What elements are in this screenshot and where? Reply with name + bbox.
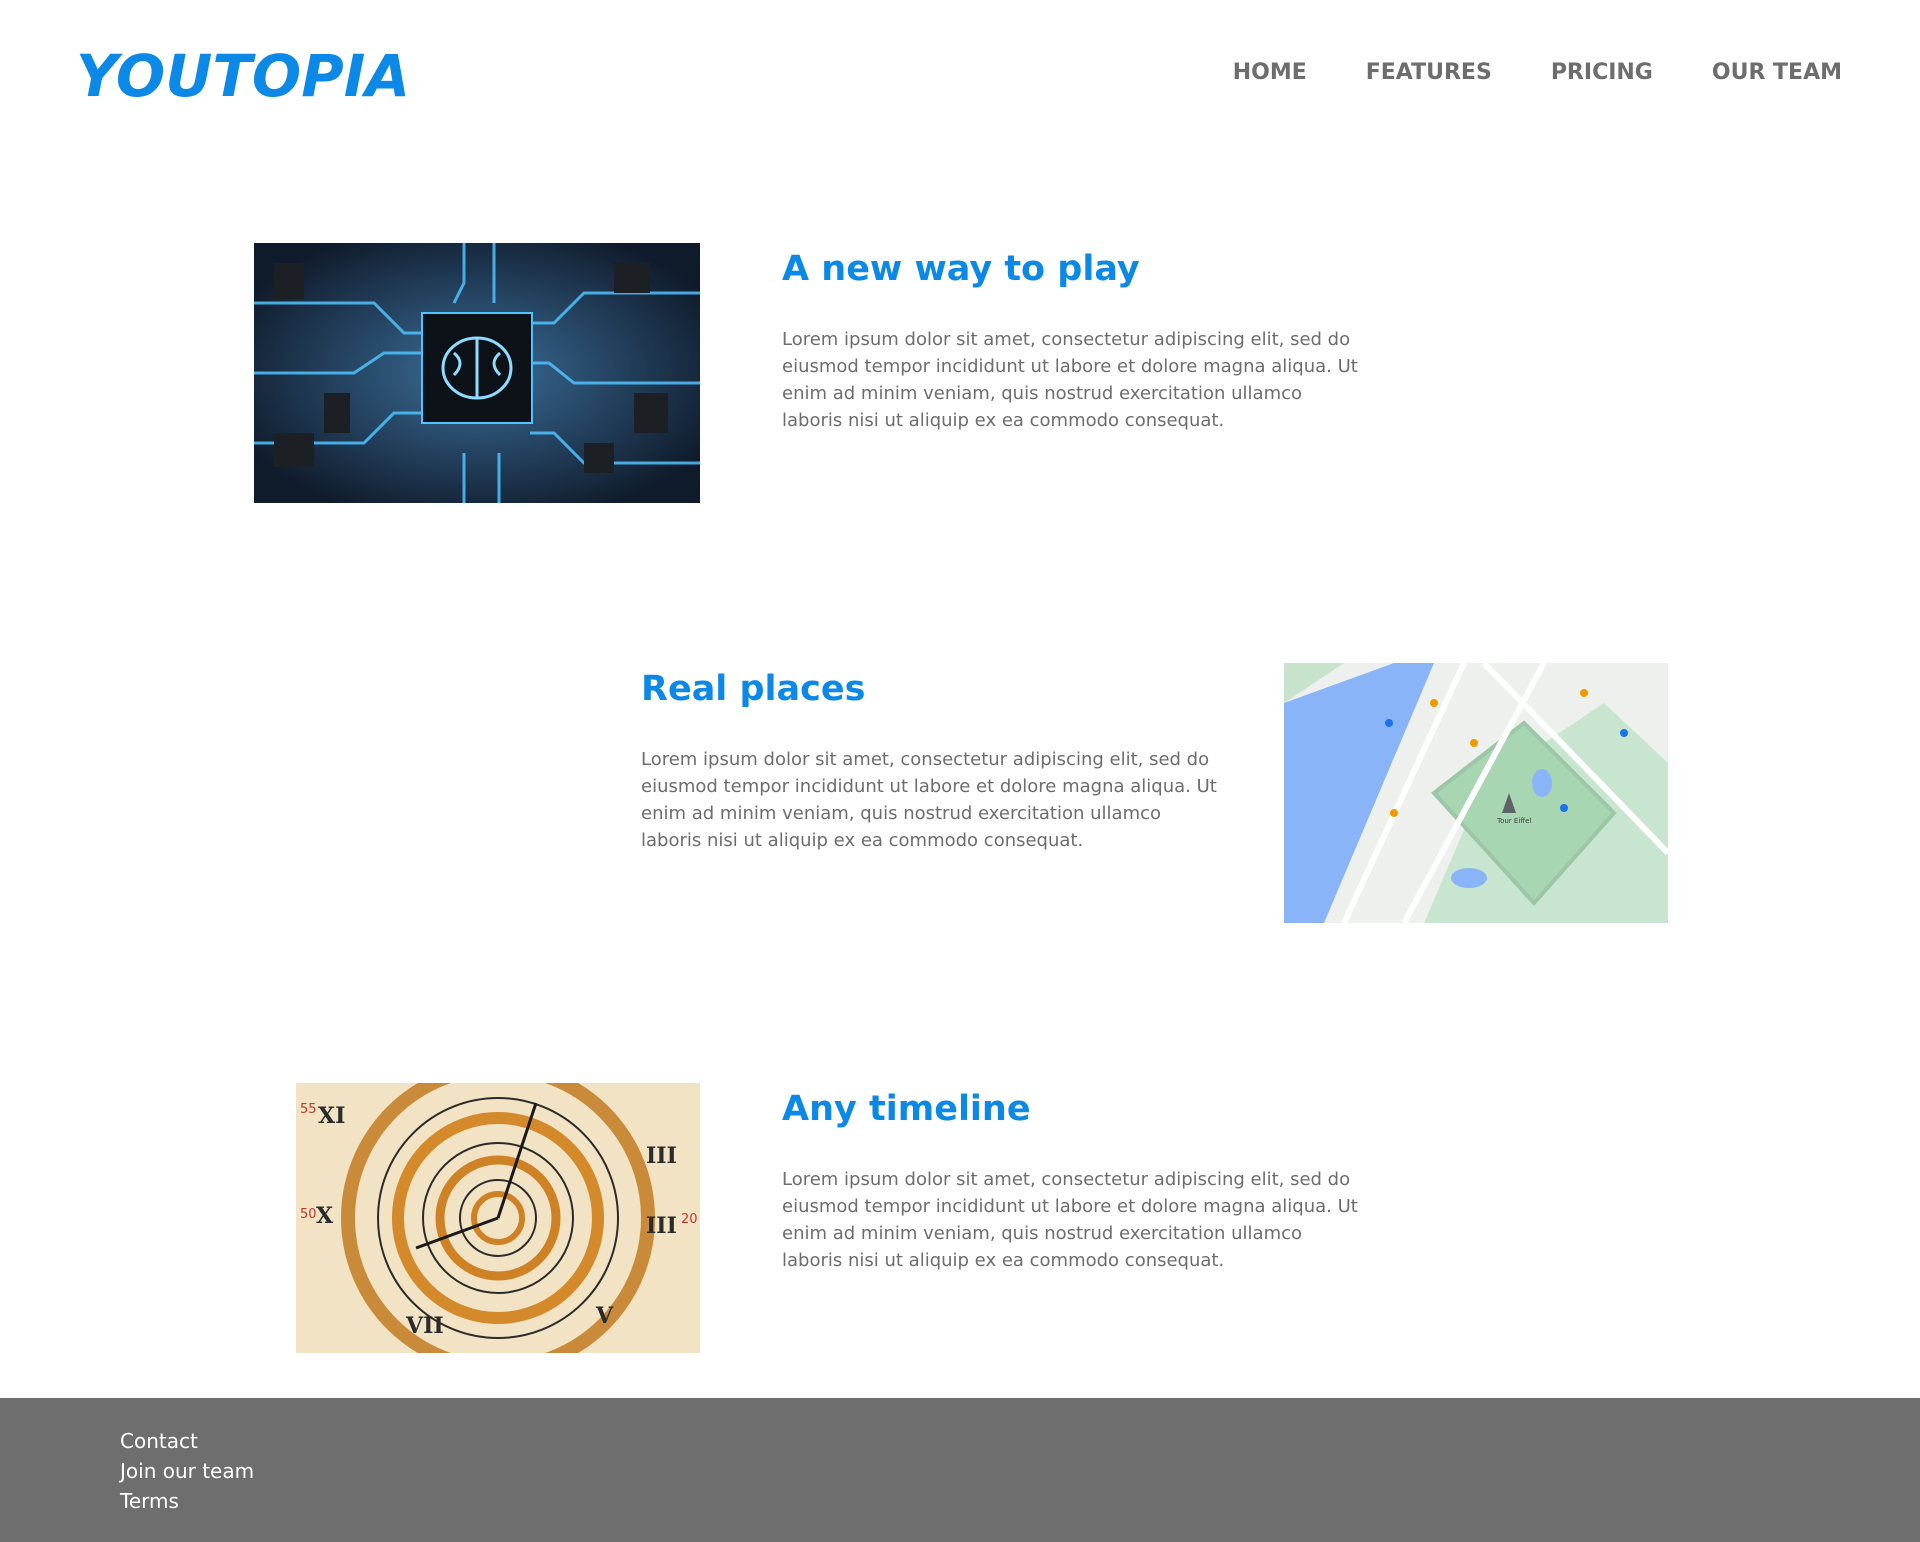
feature-title: Real places xyxy=(641,669,866,709)
svg-text:V: V xyxy=(595,1303,614,1329)
site-logo[interactable]: YOUTOPIA xyxy=(76,40,410,112)
map-image: Tour Eiffel xyxy=(1284,663,1668,923)
footer-join-team-link[interactable]: Join our team xyxy=(120,1456,254,1486)
footer-terms-link[interactable]: Terms xyxy=(120,1486,254,1516)
nav-our-team-link[interactable]: OUR TEAM xyxy=(1712,56,1842,90)
feature-description: Lorem ipsum dolor sit amet, consectetur … xyxy=(782,329,1358,431)
svg-text:20: 20 xyxy=(681,1212,698,1227)
svg-text:VII: VII xyxy=(405,1313,444,1339)
feature-description: Lorem ipsum dolor sit amet, consectetur … xyxy=(641,749,1217,851)
svg-text:X: X xyxy=(316,1203,334,1229)
nav-pricing-link[interactable]: PRICING xyxy=(1551,56,1653,90)
feature-title: A new way to play xyxy=(782,249,1140,289)
feature-description: Lorem ipsum dolor sit amet, consectetur … xyxy=(782,1169,1358,1271)
svg-text:III: III xyxy=(646,1143,677,1169)
spiral-clock-image: XI III X III VII V 55 20 50 xyxy=(296,1083,700,1353)
footer-contact-link[interactable]: Contact xyxy=(120,1426,254,1456)
svg-text:55: 55 xyxy=(300,1102,317,1117)
feature-play: A new way to play Lorem ipsum dolor sit … xyxy=(782,246,1362,434)
svg-text:XI: XI xyxy=(318,1103,345,1129)
svg-text:III: III xyxy=(646,1213,677,1239)
feature-title: Any timeline xyxy=(782,1089,1031,1129)
nav-home-link[interactable]: HOME xyxy=(1233,56,1307,90)
map-place-label: Tour Eiffel xyxy=(1496,817,1531,825)
main-nav: HOME FEATURES PRICING OUR TEAM xyxy=(1233,56,1842,90)
svg-text:50: 50 xyxy=(300,1207,317,1222)
feature-any-timeline: Any timeline Lorem ipsum dolor sit amet,… xyxy=(782,1086,1362,1274)
footer-links: Contact Join our team Terms xyxy=(120,1426,254,1516)
site-footer: Contact Join our team Terms xyxy=(0,1398,1920,1542)
feature-real-places: Real places Lorem ipsum dolor sit amet, … xyxy=(641,666,1221,854)
site-header: YOUTOPIA HOME FEATURES PRICING OUR TEAM xyxy=(0,0,1920,150)
nav-features-link[interactable]: FEATURES xyxy=(1366,56,1492,90)
circuit-brain-image xyxy=(254,243,700,503)
